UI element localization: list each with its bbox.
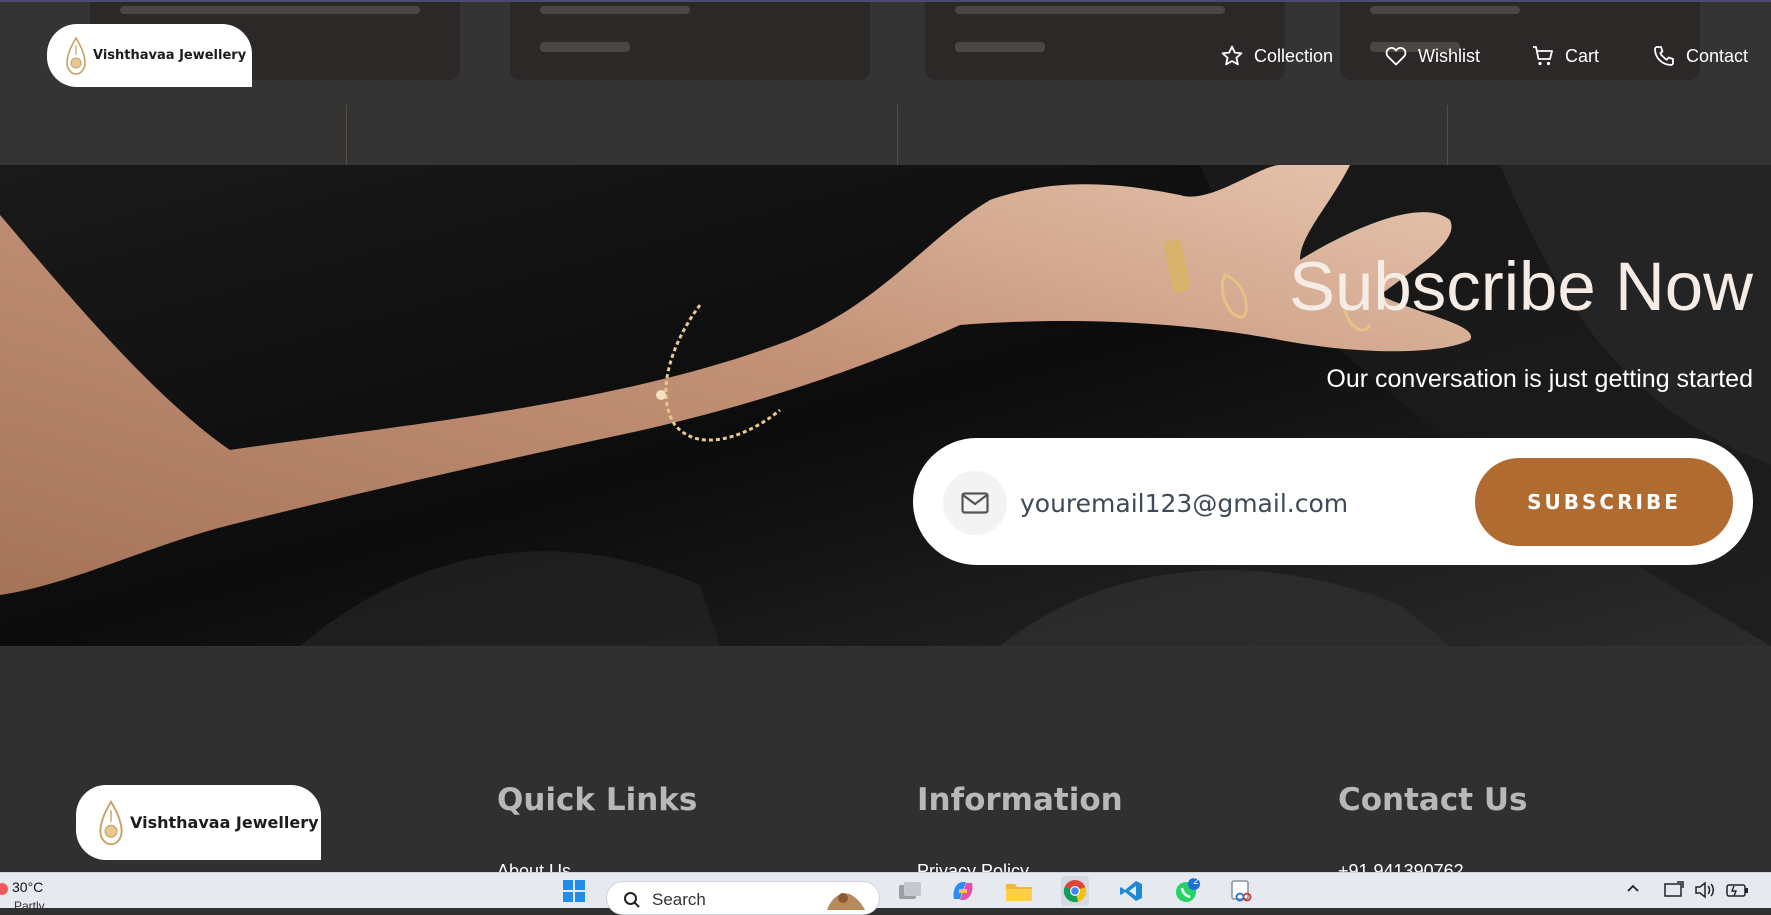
contact-us-heading: Contact Us bbox=[1338, 782, 1528, 818]
windows-start-icon[interactable] bbox=[560, 878, 588, 904]
nav-collection-label: Collection bbox=[1254, 45, 1334, 66]
phone-icon bbox=[1654, 46, 1674, 66]
information-heading: Information bbox=[917, 782, 1123, 818]
mail-icon bbox=[943, 471, 1007, 535]
whatsapp-icon[interactable]: 2 bbox=[1173, 876, 1201, 904]
footer-brand-logo[interactable]: Vishthavaa Jewellery bbox=[76, 785, 321, 860]
footer-brand-name: Vishthavaa Jewellery bbox=[130, 813, 319, 832]
search-highlight-icon bbox=[827, 893, 865, 910]
search-label: Search bbox=[652, 890, 706, 909]
nav-contact-label: Contact bbox=[1686, 45, 1749, 66]
weather-widget[interactable]: 30°C Partly bbox=[0, 879, 45, 913]
pendant-logo-icon bbox=[99, 799, 123, 845]
network-icon[interactable] bbox=[1663, 880, 1685, 905]
star-icon bbox=[1221, 45, 1243, 66]
notification-badge: 2 bbox=[1193, 876, 1199, 887]
nav-collection[interactable]: Collection bbox=[1220, 40, 1333, 72]
footer: Vishthavaa Jewellery Quick Links About U… bbox=[0, 646, 1771, 872]
weather-label: Partly bbox=[14, 899, 45, 913]
task-view-icon[interactable] bbox=[896, 878, 924, 904]
divider bbox=[1447, 105, 1448, 165]
temperature: 30°C bbox=[12, 879, 44, 895]
quick-links-heading: Quick Links bbox=[497, 782, 698, 818]
subscribe-button[interactable]: SUBSCRIBE bbox=[1475, 458, 1733, 546]
nav-cart-label: Cart bbox=[1565, 45, 1600, 66]
hero-subtitle: Our conversation is just getting started bbox=[1326, 365, 1753, 393]
volume-icon[interactable] bbox=[1694, 880, 1716, 905]
subscribe-hero: Subscribe Now Our conversation is just g… bbox=[0, 165, 1771, 646]
chrome-icon[interactable] bbox=[1061, 876, 1089, 906]
hero-background-image bbox=[0, 165, 1771, 646]
subscribe-form: SUBSCRIBE bbox=[913, 438, 1753, 565]
windows-taskbar: 30°C Partly Search 2 bbox=[0, 872, 1771, 915]
nav-cart[interactable]: Cart bbox=[1531, 40, 1599, 72]
top-navbar: Vishthavaa Jewellery Collection Wishlist… bbox=[0, 0, 1771, 104]
footer-link-about-us[interactable]: About Us bbox=[497, 861, 571, 872]
divider bbox=[346, 105, 347, 165]
vscode-icon[interactable] bbox=[1117, 878, 1145, 904]
battery-icon[interactable] bbox=[1725, 880, 1751, 905]
taskbar-search[interactable]: Search bbox=[606, 881, 880, 915]
webpage: Vishthavaa Jewellery Collection Wishlist… bbox=[0, 0, 1771, 872]
copilot-icon[interactable] bbox=[949, 878, 977, 904]
nav-contact[interactable]: Contact bbox=[1652, 40, 1748, 72]
email-input[interactable] bbox=[1018, 474, 1452, 532]
footer-link-privacy-policy[interactable]: Privacy Policy bbox=[917, 861, 1029, 872]
brand-name: Vishthavaa Jewellery bbox=[93, 48, 247, 63]
nav-wishlist[interactable]: Wishlist bbox=[1384, 40, 1480, 72]
brand-logo[interactable]: Vishthavaa Jewellery bbox=[47, 24, 252, 87]
search-icon bbox=[624, 892, 640, 908]
nav-wishlist-label: Wishlist bbox=[1418, 45, 1480, 66]
chevron-up-icon[interactable] bbox=[1625, 880, 1641, 901]
weather-icon bbox=[0, 883, 8, 895]
footer-contact-phone[interactable]: +91 941390762 bbox=[1338, 861, 1464, 872]
hero-title: Subscribe Now bbox=[1288, 248, 1753, 325]
heart-icon bbox=[1385, 47, 1407, 66]
divider bbox=[897, 105, 898, 165]
file-explorer-icon[interactable] bbox=[1005, 878, 1033, 904]
pendant-logo-icon bbox=[66, 35, 86, 75]
cart-icon bbox=[1533, 46, 1553, 66]
snipping-tool-icon[interactable] bbox=[1228, 878, 1256, 904]
